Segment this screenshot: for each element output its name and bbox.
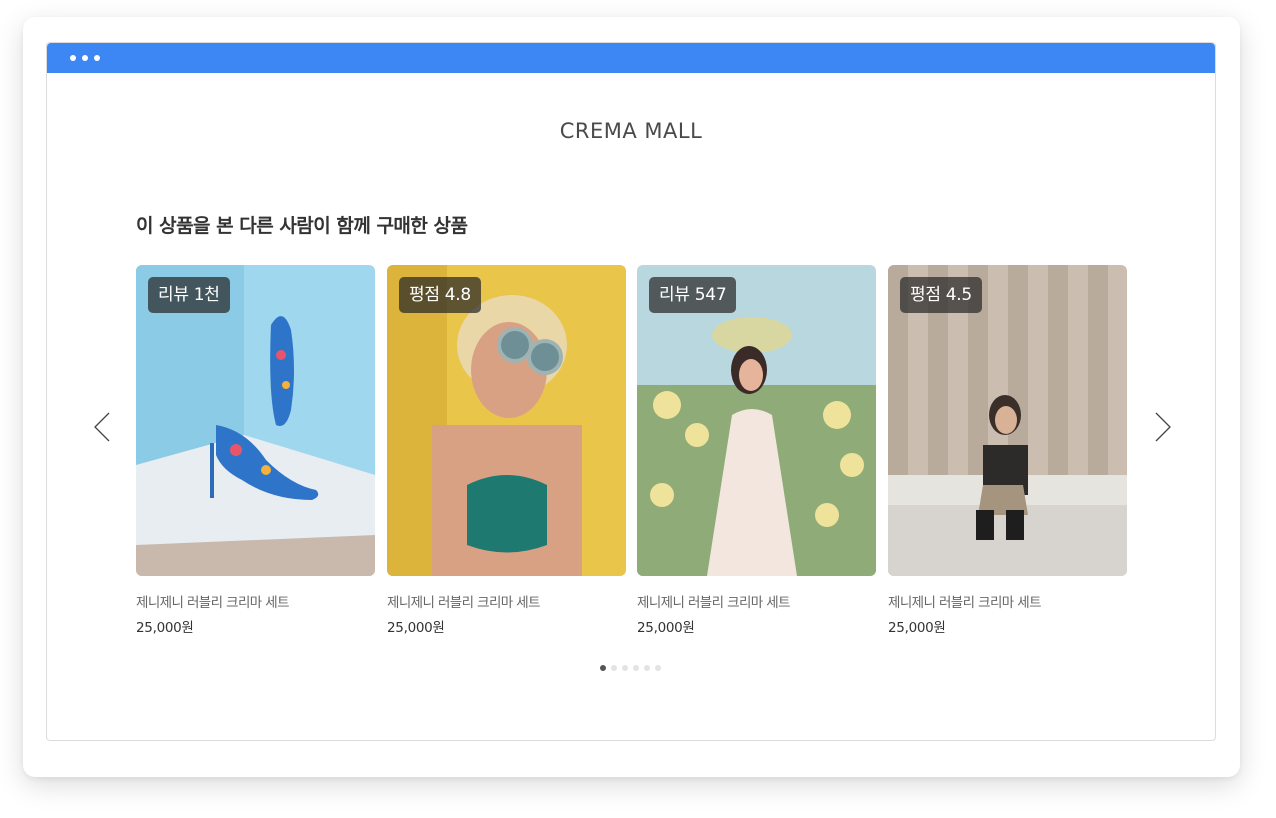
product-name[interactable]: 제니제니 러블리 크리마 세트: [387, 591, 626, 611]
section-title: 이 상품을 본 다른 사람이 함께 구매한 상품: [136, 215, 468, 237]
window-controls: [70, 55, 100, 61]
pagination-dot[interactable]: [611, 665, 617, 671]
product-price: 25,000원: [136, 620, 194, 636]
window-dot-icon: [70, 55, 76, 61]
product-name[interactable]: 제니제니 러블리 크리마 세트: [637, 591, 876, 611]
product-badge: 평점 4.5: [900, 277, 982, 313]
pagination-dot[interactable]: [655, 665, 661, 671]
chevron-left-icon: [94, 412, 110, 442]
product-name[interactable]: 제니제니 러블리 크리마 세트: [888, 591, 1127, 611]
pagination-dot[interactable]: [600, 665, 606, 671]
product-image[interactable]: 리뷰 547: [637, 265, 876, 576]
product-badge: 리뷰 547: [649, 277, 737, 313]
product-image[interactable]: 평점 4.5: [888, 265, 1127, 576]
product-image[interactable]: 평점 4.8: [387, 265, 626, 576]
product-price: 25,000원: [387, 620, 445, 636]
product-card[interactable]: 리뷰 1천 제니제니 러블리 크리마 세트 25,000원: [136, 265, 375, 636]
product-badge: 평점 4.8: [399, 277, 481, 313]
product-price: 25,000원: [637, 620, 695, 636]
product-badge: 리뷰 1천: [148, 277, 230, 313]
pagination-dot[interactable]: [622, 665, 628, 671]
window-dot-icon: [82, 55, 88, 61]
browser-title-bar: [47, 43, 1215, 73]
pagination-dot[interactable]: [644, 665, 650, 671]
product-image[interactable]: 리뷰 1천: [136, 265, 375, 576]
browser-window: CREMA MALL 이 상품을 본 다른 사람이 함께 구매한 상품 리뷰 1…: [46, 42, 1216, 741]
carousel-next-button[interactable]: [1148, 409, 1172, 445]
window-dot-icon: [94, 55, 100, 61]
carousel-pagination: [600, 665, 661, 671]
product-card[interactable]: 평점 4.8 제니제니 러블리 크리마 세트 25,000원: [387, 265, 626, 636]
product-card[interactable]: 리뷰 547 제니제니 러블리 크리마 세트 25,000원: [637, 265, 876, 636]
product-name[interactable]: 제니제니 러블리 크리마 세트: [136, 591, 375, 611]
product-price: 25,000원: [888, 620, 946, 636]
product-card[interactable]: 평점 4.5 제니제니 러블리 크리마 세트 25,000원: [888, 265, 1127, 636]
chevron-right-icon: [1155, 412, 1171, 442]
carousel-prev-button[interactable]: [93, 409, 117, 445]
mall-title: CREMA MALL: [559, 119, 703, 143]
pagination-dot[interactable]: [633, 665, 639, 671]
